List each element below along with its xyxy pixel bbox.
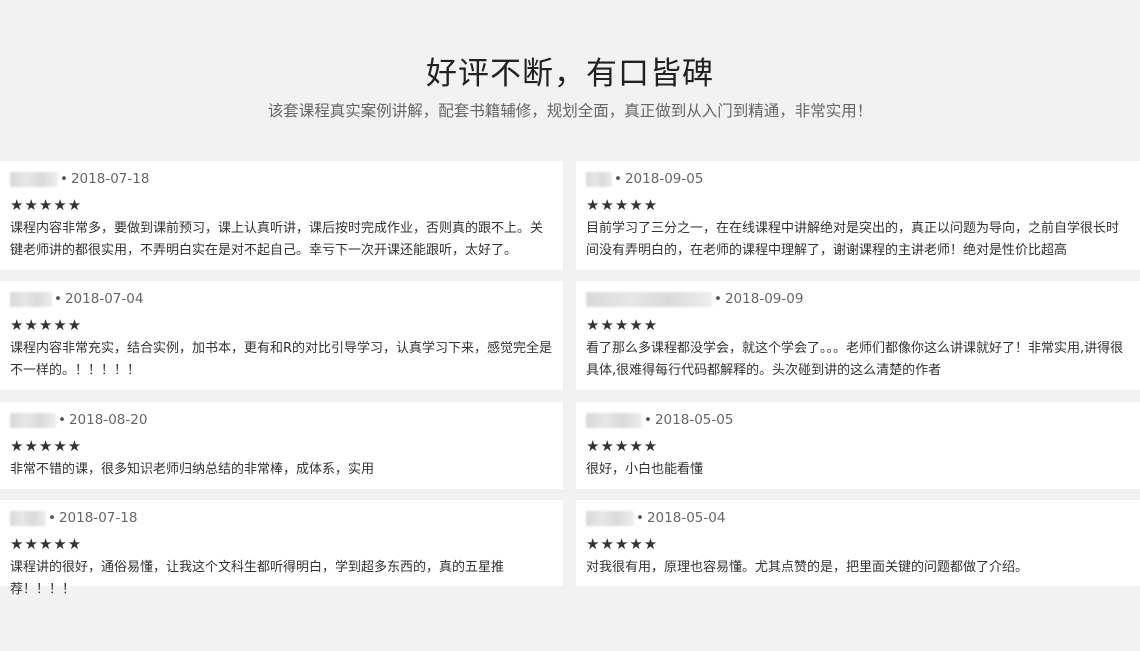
- review-date: 2018-07-18: [70, 171, 150, 187]
- review-date: 2018-07-04: [64, 291, 144, 307]
- review-meta: • 2018-09-05: [586, 169, 1130, 189]
- review-card: • 2018-07-04 ★★★★★ 课程内容非常充实，结合实例，加书本，更有和…: [0, 281, 563, 390]
- review-text: 目前学习了三分之一，在在线课程中讲解绝对是突出的，真正以问题为导向，之前自学很长…: [586, 221, 1120, 258]
- review-meta: • 2018-05-04: [586, 508, 1130, 528]
- review-meta: • 2018-07-04: [10, 289, 553, 309]
- review-text: 非常不错的课，很多知识老师归纳总结的非常棒，成体系，实用: [10, 462, 375, 477]
- reviewer-name-blurred: [10, 412, 56, 428]
- review-meta: • 2018-09-09: [586, 289, 1130, 309]
- meta-separator: •: [54, 291, 62, 307]
- meta-separator: •: [636, 510, 644, 526]
- meta-separator: •: [60, 171, 68, 187]
- review-card: • 2018-09-09 ★★★★★ 看了那么多课程都没学会，就这个学会了。。。…: [576, 281, 1140, 390]
- star-rating: ★★★★★: [586, 535, 659, 553]
- review-text: 课程讲的很好，通俗易懂，让我这个文科生都听得明白，学到超多东西的，真的五星推荐！…: [10, 560, 505, 597]
- star-rating: ★★★★★: [10, 196, 83, 214]
- section-header: 好评不断，有口皆碑 该套课程真实案例讲解，配套书籍辅修，规划全面，真正做到从入门…: [0, 0, 1140, 120]
- review-date: 2018-09-09: [724, 291, 804, 307]
- review-card: • 2018-05-04 ★★★★★ 对我很有用，原理也容易懂。尤其点赞的是，把…: [576, 500, 1140, 586]
- reviewer-name-blurred: [586, 171, 612, 187]
- review-date: 2018-05-05: [654, 412, 734, 428]
- review-meta: • 2018-07-18: [10, 508, 553, 528]
- star-rating: ★★★★★: [10, 535, 83, 553]
- review-card: • 2018-08-20 ★★★★★ 非常不错的课，很多知识老师归纳总结的非常棒…: [0, 402, 563, 489]
- meta-separator: •: [714, 291, 722, 307]
- reviewer-name-blurred: [10, 510, 46, 526]
- review-text: 课程内容非常多，要做到课前预习，课上认真听讲，课后按时完成作业，否则真的跟不上。…: [10, 221, 544, 258]
- review-card: • 2018-07-18 ★★★★★ 课程讲的很好，通俗易懂，让我这个文科生都听…: [0, 500, 563, 597]
- reviewer-name-blurred: [586, 510, 634, 526]
- review-date: 2018-08-20: [68, 412, 148, 428]
- meta-separator: •: [614, 171, 622, 187]
- section-title: 好评不断，有口皆碑: [426, 56, 714, 92]
- review-card: • 2018-09-05 ★★★★★ 目前学习了三分之一，在在线课程中讲解绝对是…: [576, 161, 1140, 270]
- star-rating: ★★★★★: [586, 196, 659, 214]
- review-text: 课程内容非常充实，结合实例，加书本，更有和R的对比引导学习，认真学习下来，感觉完…: [10, 341, 553, 378]
- meta-separator: •: [644, 412, 652, 428]
- reviewer-name-blurred: [586, 291, 712, 307]
- section-subtitle: 该套课程真实案例讲解，配套书籍辅修，规划全面，真正做到从入门到精通，非常实用！: [267, 102, 873, 120]
- reviewer-name-blurred: [586, 412, 642, 428]
- review-card: • 2018-07-18 ★★★★★ 课程内容非常多，要做到课前预习，课上认真听…: [0, 161, 563, 270]
- review-text: 很好，小白也能看懂: [586, 462, 704, 477]
- meta-separator: •: [58, 412, 66, 428]
- reviewer-name-blurred: [10, 291, 52, 307]
- star-rating: ★★★★★: [586, 437, 659, 455]
- review-meta: • 2018-08-20: [10, 410, 553, 430]
- review-meta: • 2018-07-18: [10, 169, 553, 189]
- star-rating: ★★★★★: [10, 437, 83, 455]
- review-text: 看了那么多课程都没学会，就这个学会了。。。老师们都像你这么讲课就好了！非常实用,…: [586, 341, 1124, 378]
- review-date: 2018-05-04: [646, 510, 726, 526]
- star-rating: ★★★★★: [586, 316, 659, 334]
- reviewer-name-blurred: [10, 171, 58, 187]
- star-rating: ★★★★★: [10, 316, 83, 334]
- review-meta: • 2018-05-05: [586, 410, 1130, 430]
- review-date: 2018-09-05: [624, 171, 704, 187]
- review-card: • 2018-05-05 ★★★★★ 很好，小白也能看懂: [576, 402, 1140, 489]
- review-date: 2018-07-18: [58, 510, 138, 526]
- meta-separator: •: [48, 510, 56, 526]
- review-text: 对我很有用，原理也容易懂。尤其点赞的是，把里面关键的问题都做了介绍。: [586, 560, 1029, 575]
